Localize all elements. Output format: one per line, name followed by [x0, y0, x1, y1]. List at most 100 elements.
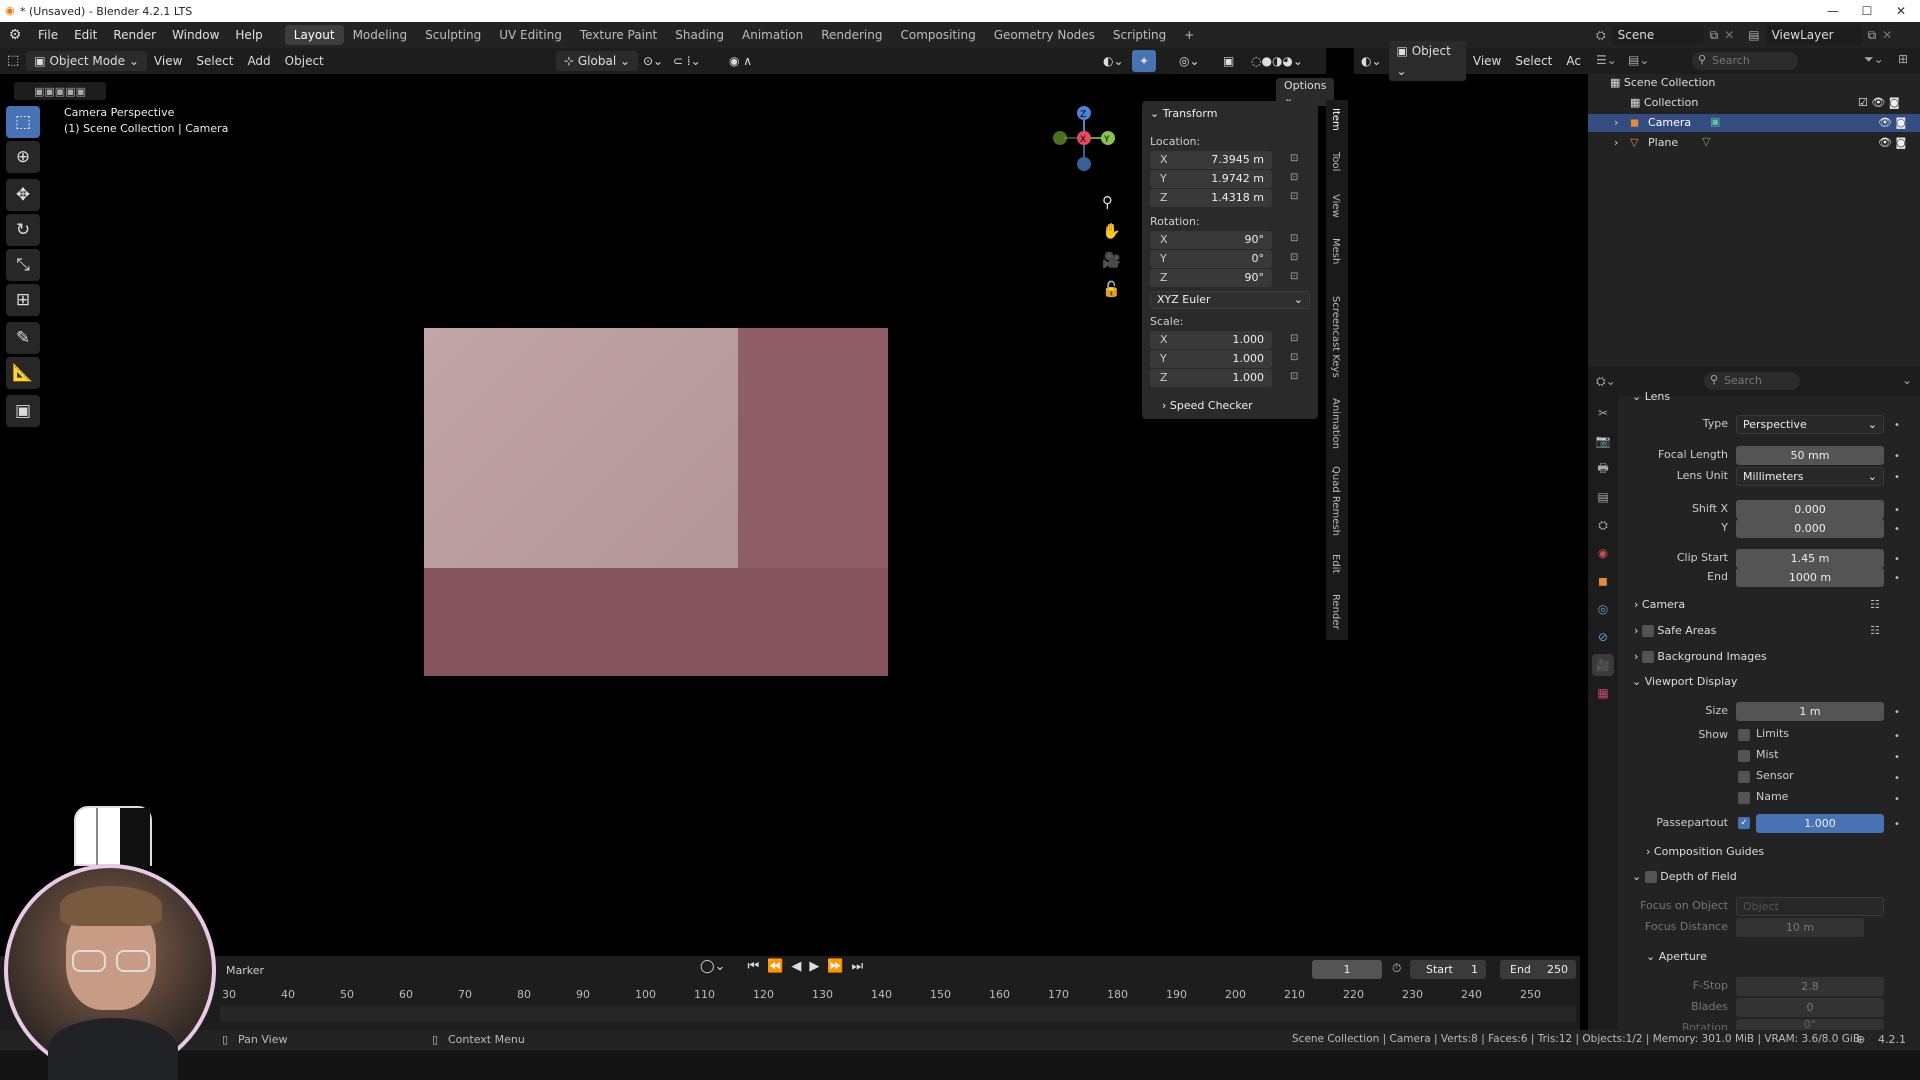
close-icon[interactable]: ✕: [1886, 0, 1916, 22]
delete-viewlayer-icon[interactable]: ✕: [1882, 28, 1892, 42]
editor2-mode-dropdown[interactable]: ▣ Object ⌄: [1388, 41, 1466, 81]
tab-item[interactable]: Item: [1330, 108, 1341, 131]
mist-checkbox[interactable]: [1738, 750, 1750, 762]
overlay-icon[interactable]: ◎⌄: [1172, 50, 1207, 72]
navigation-gizmo[interactable]: Z X Y: [1044, 104, 1120, 174]
tab-screencast-keys[interactable]: Screencast Keys: [1330, 296, 1341, 378]
shift-x-field[interactable]: 0.000: [1736, 500, 1884, 519]
menu-help[interactable]: Help: [227, 22, 270, 48]
passepartout-field[interactable]: 1.000: [1756, 814, 1884, 833]
tab-edit[interactable]: Edit: [1330, 554, 1341, 573]
keyframe-dot-icon[interactable]: •: [1894, 752, 1900, 763]
pivot-icon[interactable]: ⊙⌄: [636, 50, 670, 72]
xray-icon[interactable]: ▣: [1216, 50, 1241, 72]
aperture-rotation-field[interactable]: 0°: [1736, 1019, 1884, 1030]
camera-data-tab-icon[interactable]: 🎥: [1592, 654, 1614, 676]
physics-tab-icon[interactable]: ◎: [1592, 598, 1614, 620]
keyframe-dot-icon[interactable]: •: [1894, 573, 1900, 584]
speed-checker-header[interactable]: › Speed Checker: [1162, 399, 1253, 412]
blades-field[interactable]: 0: [1736, 998, 1884, 1017]
output-tab-icon[interactable]: 🖶: [1592, 458, 1614, 480]
cursor-tool-icon[interactable]: ⊕: [6, 141, 40, 173]
tab-mesh[interactable]: Mesh: [1330, 238, 1341, 264]
menu-render[interactable]: Render: [105, 22, 164, 48]
camera-section-header[interactable]: › Camera: [1634, 598, 1685, 611]
rotation-x-field[interactable]: X 90°: [1150, 231, 1272, 249]
lens-section-header[interactable]: ⌄ Lens: [1632, 390, 1670, 403]
start-frame-field[interactable]: Start 1: [1410, 960, 1486, 979]
object-menu[interactable]: Object: [278, 50, 331, 72]
current-frame-field[interactable]: 1: [1312, 960, 1382, 979]
keyframe-dot-icon[interactable]: •: [1894, 524, 1900, 535]
rotation-z-field[interactable]: Z 90°: [1150, 269, 1272, 287]
snap-icon[interactable]: ⊂ ⁞⌄: [666, 50, 708, 72]
rotation-mode-dropdown[interactable]: XYZ Euler ⌄: [1150, 291, 1310, 309]
select-mode-icons[interactable]: ▣▣▣▣▣: [14, 82, 106, 100]
stopwatch-icon[interactable]: ⏱: [1392, 961, 1401, 976]
tab-uv-editing[interactable]: UV Editing: [490, 25, 571, 45]
tab-texture-paint[interactable]: Texture Paint: [571, 25, 666, 45]
lock-icon[interactable]: ⊡: [1290, 333, 1304, 345]
gizmo-toggle-icon[interactable]: ✦: [1132, 50, 1157, 72]
new-scene-icon[interactable]: ⧉: [1710, 28, 1719, 43]
aperture-section-header[interactable]: ⌄ Aperture: [1646, 950, 1707, 963]
menu-file[interactable]: File: [30, 22, 66, 48]
new-viewlayer-icon[interactable]: ⧉: [1868, 28, 1877, 43]
tab-geometry-nodes[interactable]: Geometry Nodes: [985, 25, 1104, 45]
clip-start-field[interactable]: 1.45 m: [1736, 549, 1884, 568]
keyframe-dot-icon[interactable]: •: [1894, 773, 1900, 784]
delete-scene-icon[interactable]: ✕: [1724, 28, 1734, 42]
editor2-type-icon[interactable]: ◐⌄: [1354, 50, 1389, 72]
lock-icon[interactable]: ⊡: [1290, 371, 1304, 383]
editor2-select-menu[interactable]: Select: [1508, 50, 1559, 72]
play-icon[interactable]: ▶: [809, 959, 819, 974]
menu-window[interactable]: Window: [164, 22, 227, 48]
add-workspace-icon[interactable]: +: [1175, 25, 1203, 45]
keyframe-dot-icon[interactable]: •: [1894, 731, 1900, 742]
properties-type-icon[interactable]: ⛭⌄: [1596, 374, 1616, 389]
sensor-checkbox[interactable]: [1738, 771, 1750, 783]
collection-checkbox-icon[interactable]: ☑ 👁 ◙: [1858, 96, 1900, 109]
plane-visibility-icon[interactable]: 👁 ◙: [1878, 136, 1906, 149]
scene-tab-icon[interactable]: ⛭: [1592, 514, 1614, 536]
dof-section-header[interactable]: ⌄ Depth of Field: [1632, 870, 1737, 883]
outliner-search-input[interactable]: Search: [1692, 52, 1798, 70]
bg-images-section-header[interactable]: › Background Images: [1634, 650, 1767, 663]
keyframe-dot-icon[interactable]: •: [1894, 420, 1900, 431]
focal-length-field[interactable]: 50 mm: [1736, 446, 1884, 465]
jump-end-icon[interactable]: ⏭: [852, 959, 864, 974]
lock-icon[interactable]: ⊡: [1290, 153, 1304, 165]
scale-z-field[interactable]: Z 1.000: [1150, 369, 1272, 387]
constraints-tab-icon[interactable]: ⊘: [1592, 626, 1614, 648]
tab-tool[interactable]: Tool: [1330, 152, 1341, 171]
keyframe-dot-icon[interactable]: •: [1894, 451, 1900, 462]
lock-icon[interactable]: ⊡: [1290, 191, 1304, 203]
lens-type-dropdown[interactable]: Perspective ⌄: [1736, 415, 1884, 434]
render-tab-icon[interactable]: 📷: [1592, 430, 1614, 452]
focus-object-field[interactable]: Object: [1736, 897, 1884, 916]
prev-keyframe-icon[interactable]: ⏪: [767, 959, 783, 974]
timeline-ruler[interactable]: 30 40 50 60 70 80 90 100 110 120 130 140 150 160 170 18…: [0, 984, 1580, 1004]
camera-data-icon[interactable]: ▣: [1710, 115, 1720, 128]
scale-y-field[interactable]: Y 1.000: [1150, 350, 1272, 368]
filter-icon[interactable]: ⏷⌄: [1864, 52, 1884, 67]
timeline-track[interactable]: [220, 1006, 1576, 1022]
chevron-down-icon[interactable]: ⌄: [1902, 373, 1912, 387]
properties-search-input[interactable]: Search: [1704, 372, 1800, 390]
list-icon[interactable]: ☷: [1870, 598, 1880, 611]
end-frame-field[interactable]: End 250: [1500, 960, 1576, 979]
scale-tool-icon[interactable]: ⤡: [6, 249, 40, 281]
shift-y-field[interactable]: 0.000: [1736, 519, 1884, 538]
transform-tool-icon[interactable]: ⊞: [6, 284, 40, 316]
tab-sculpting[interactable]: Sculpting: [416, 25, 490, 45]
rotate-tool-icon[interactable]: ↻: [6, 214, 40, 246]
play-reverse-icon[interactable]: ◀: [791, 959, 801, 974]
passepartout-checkbox[interactable]: ✓: [1738, 817, 1750, 829]
world-tab-icon[interactable]: ◉: [1592, 542, 1614, 564]
tab-scripting[interactable]: Scripting: [1104, 25, 1175, 45]
name-checkbox[interactable]: [1738, 792, 1750, 804]
dof-checkbox[interactable]: [1644, 871, 1657, 883]
tool-tab-icon[interactable]: ✂: [1592, 402, 1614, 424]
maximize-icon[interactable]: ☐: [1852, 0, 1882, 22]
tab-shading[interactable]: Shading: [666, 25, 733, 45]
